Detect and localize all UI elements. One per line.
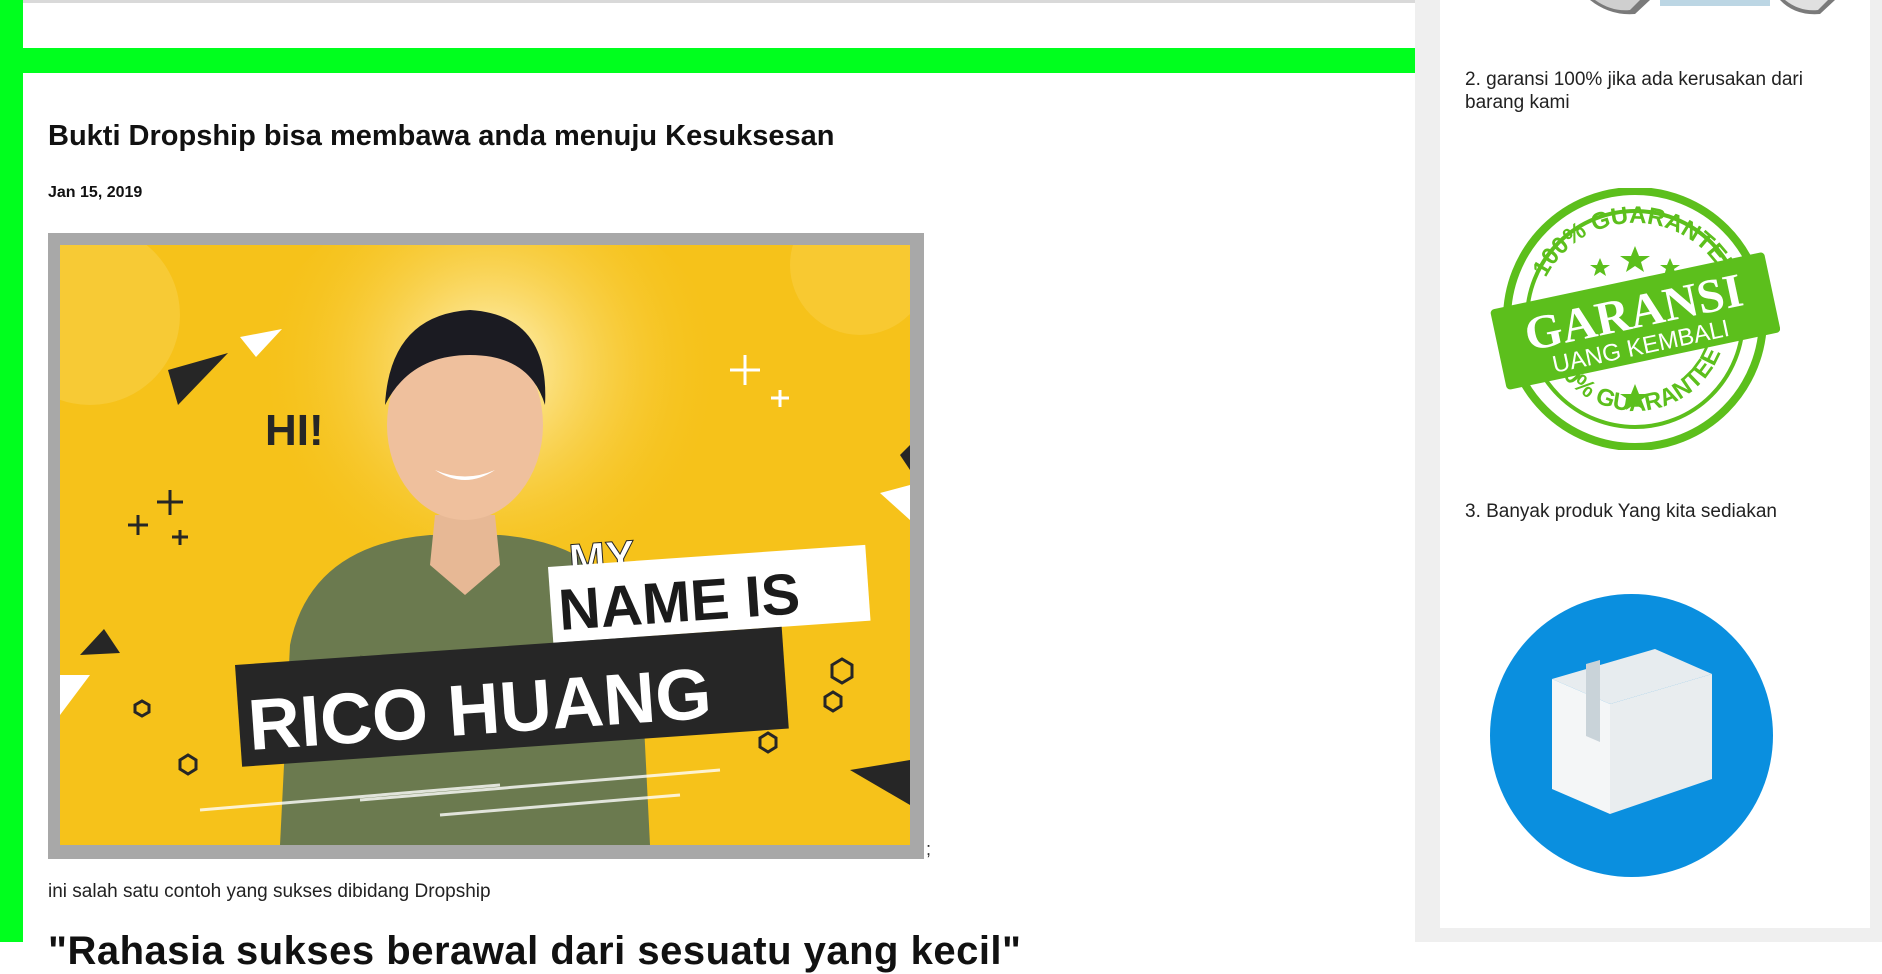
cropped-product-image [1590, 0, 1835, 15]
next-section-heading: "Rahasia sukses berawal dari sesuatu yan… [48, 929, 1022, 973]
post-thumbnail[interactable]: HI! MY NAME IS RICO HUANG [48, 233, 924, 859]
inline-text-fragment: ; [926, 839, 932, 859]
package-box-icon [1490, 594, 1773, 877]
left-accent-rail [0, 0, 23, 942]
sidebar-item-guarantee-text: 2. garansi 100% jika ada kerusakan dari … [1465, 69, 1803, 113]
post-date: Jan 15, 2019 [48, 184, 143, 201]
guarantee-stamp-icon: 100% GUARANTEE 100% GUARANTEE GARANSI UA… [1490, 188, 1780, 450]
sidebar-item-products-text: 3. Banyak produk Yang kita sediakan [1465, 501, 1777, 522]
post-caption: ini salah satu contoh yang sukses dibida… [48, 881, 491, 902]
sidebar: 2. garansi 100% jika ada kerusakan dari … [1440, 0, 1870, 928]
post-title[interactable]: Bukti Dropship bisa membawa anda menuju … [48, 120, 834, 153]
thumbnail-image: HI! MY NAME IS RICO HUANG [60, 245, 910, 845]
header-accent-band [23, 48, 1415, 73]
thumbnail-greeting: HI! [265, 406, 324, 455]
